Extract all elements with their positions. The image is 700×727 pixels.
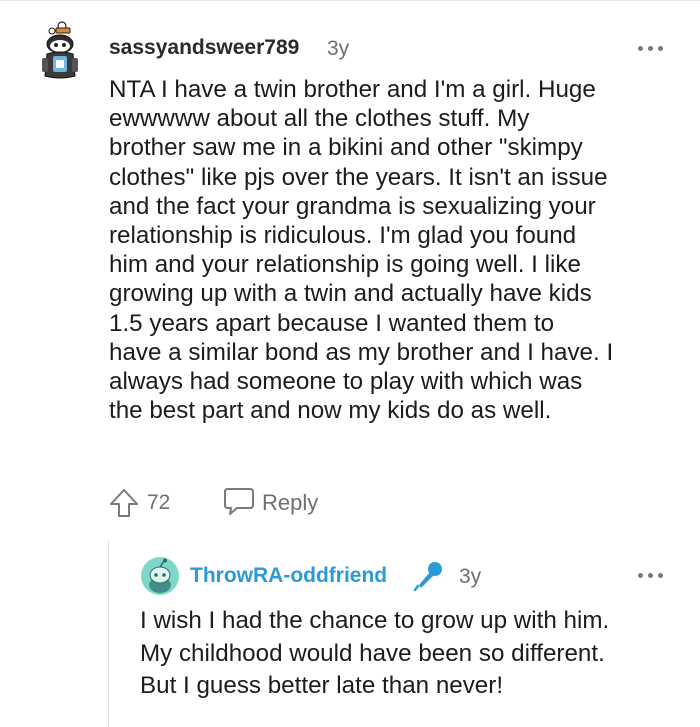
more-options-icon[interactable] — [638, 46, 664, 52]
comment-line: relationship is ridiculous. I'm glad you… — [109, 222, 577, 250]
reply-username[interactable]: ThrowRA-oddfriend — [190, 564, 387, 588]
comment-username[interactable]: sassyandsweer789 — [109, 36, 299, 60]
reply-line: I wish I had the chance to grow up with … — [140, 607, 610, 634]
comment-line: 1.5 years apart because I wanted them to — [109, 309, 555, 337]
comment-line: and the fact your grandma is sexualizing… — [109, 192, 596, 220]
upvote-arrow-icon[interactable] — [108, 487, 140, 519]
reply-timestamp: 3y — [459, 565, 482, 588]
comment-bubble-icon[interactable] — [222, 486, 256, 516]
reply-line: But I guess better late than never! — [140, 672, 504, 699]
comment-line: growing up with a twin and actually have… — [109, 280, 592, 308]
comment-timestamp: 3y — [327, 37, 350, 60]
comment-line: clothes" like pjs over the years. It isn… — [109, 163, 608, 191]
reply-body: I wish I had the chance to grow up with … — [140, 605, 690, 703]
comment-line: ewwwww about all the clothes stuff. My — [109, 105, 530, 133]
comment-line: him and your relationship is going well.… — [109, 251, 581, 279]
top-divider — [0, 0, 700, 1]
thread-line[interactable] — [108, 540, 109, 727]
reply-button[interactable]: Reply — [262, 490, 318, 516]
comment-line: brother saw me in a bikini and other "sk… — [109, 134, 583, 162]
snoo-avatar-icon[interactable] — [140, 556, 180, 596]
comment-body: NTA I have a twin brother and I'm a girl… — [109, 75, 689, 425]
snoo-avatar-icon[interactable] — [38, 20, 82, 82]
comment-line: NTA I have a twin brother and I'm a girl… — [109, 76, 596, 103]
reply-line: My childhood would have been so differen… — [140, 639, 605, 667]
microphone-icon — [413, 562, 442, 592]
vote-count: 72 — [147, 491, 171, 514]
comment-line: the best part and now my kids do as well… — [109, 397, 552, 425]
more-options-icon[interactable] — [638, 573, 664, 579]
comment-line: have a similar bond as my brother and I … — [109, 338, 614, 366]
comment-line: always had someone to play with which wa… — [109, 368, 583, 396]
